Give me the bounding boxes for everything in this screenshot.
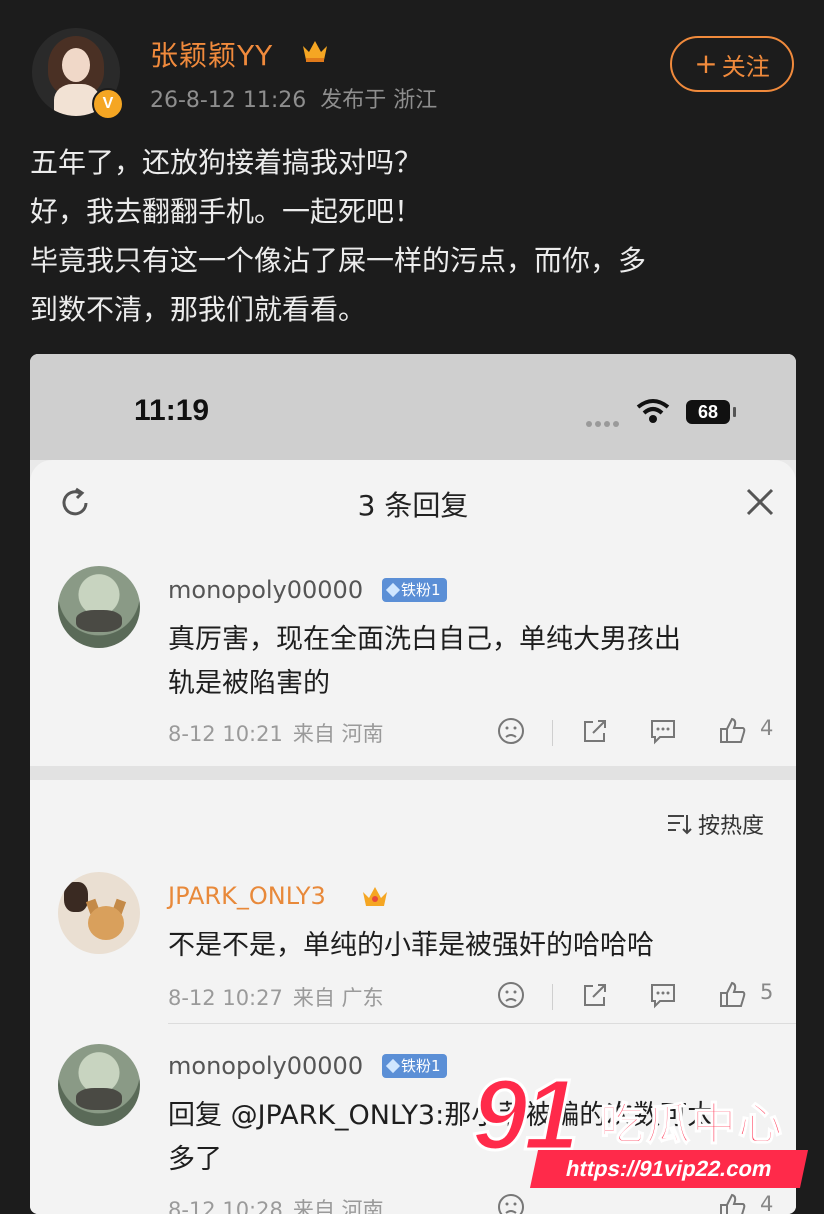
comment-actions: 5	[496, 980, 786, 1016]
verified-badge-icon: V	[92, 88, 124, 120]
comment-location: 来自 广东	[292, 986, 384, 1010]
watermark-logo: 91 吃瓜中心 https://91vip22.com	[470, 1058, 812, 1198]
fan-badge-label: 铁粉1	[401, 1057, 441, 1075]
gem-icon	[385, 582, 401, 598]
dislike-icon[interactable]	[496, 716, 526, 746]
comment-location: 来自 河南	[292, 722, 384, 746]
share-icon[interactable]	[580, 716, 610, 746]
crown-icon	[363, 887, 387, 906]
comment-text: 不是不是，单纯的小菲是被强奸的哈哈哈	[168, 930, 654, 961]
share-icon[interactable]	[580, 980, 610, 1010]
sheet-title: 3 条回复	[357, 489, 469, 522]
wifi-icon	[636, 399, 670, 423]
commenter-name[interactable]: monopoly00000	[168, 576, 363, 604]
commenter-name[interactable]: monopoly00000	[168, 1052, 363, 1080]
comment-icon[interactable]	[648, 980, 678, 1010]
commenter-avatar[interactable]	[58, 566, 140, 648]
username[interactable]: 张颖颖YY	[150, 34, 273, 74]
plus-icon: +	[694, 47, 718, 80]
commenter-avatar[interactable]	[58, 872, 140, 954]
post-location: 发布于 浙江	[320, 88, 438, 113]
comment-time: 8-12 10:27	[168, 986, 283, 1010]
comment-time: 8-12 10:21	[168, 722, 283, 746]
fan-badge-label: 铁粉1	[401, 581, 441, 599]
like-count: 4	[760, 716, 774, 740]
like-count: 5	[760, 980, 774, 1004]
battery-icon: 68	[686, 400, 736, 424]
sort-button[interactable]: 按热度	[666, 808, 764, 840]
comment-meta: 8-12 10:28 来自 河南	[168, 1194, 384, 1214]
post-date: 26-8-12 11:26	[150, 88, 307, 113]
comment-text: 真厉害，现在全面洗白自己，单纯大男孩出 轨是被陷害的	[168, 624, 681, 699]
dislike-icon[interactable]	[496, 980, 526, 1010]
divider	[552, 720, 553, 746]
sort-icon	[668, 815, 692, 835]
fan-badge: 铁粉1	[382, 578, 447, 602]
comment-meta: 8-12 10:27 来自 广东	[168, 982, 384, 1012]
status-time: 11:19	[134, 394, 210, 427]
sort-label: 按热度	[698, 814, 765, 839]
close-icon[interactable]	[744, 486, 776, 518]
divider	[168, 1023, 796, 1024]
sheet-header: 3 条回复	[30, 460, 796, 546]
fan-badge: 铁粉1	[382, 1054, 447, 1078]
like-icon[interactable]	[718, 716, 748, 746]
post-text: 五年了，还放狗接着搞我对吗？ 好，我去翻翻手机。一起死吧！ 毕竟我只有这一个像沾…	[30, 146, 647, 326]
comment-actions: 4	[496, 716, 786, 752]
crown-icon	[303, 41, 327, 62]
commenter-avatar[interactable]	[58, 1044, 140, 1126]
gem-icon	[385, 1058, 401, 1074]
post-meta: 26-8-12 11:26 发布于 浙江	[150, 82, 437, 114]
comment-meta: 8-12 10:21 来自 河南	[168, 718, 384, 748]
like-icon[interactable]	[718, 980, 748, 1010]
section-divider	[30, 766, 796, 780]
follow-button[interactable]: + 关注	[670, 36, 794, 92]
post-header: V 张颖颖YY 26-8-12 11:26 发布于 浙江 + 关注	[0, 0, 824, 120]
watermark-title: 吃瓜中心	[599, 1098, 784, 1151]
follow-label: 关注	[721, 52, 770, 81]
comment-time: 8-12 10:28	[168, 1198, 283, 1214]
comment-icon[interactable]	[648, 716, 678, 746]
signal-icon	[586, 412, 626, 427]
phone-status-bar: 11:19 68	[30, 354, 796, 460]
watermark-url: https://91vip22.com	[529, 1150, 809, 1188]
commenter-name[interactable]: JPARK_ONLY3	[168, 882, 326, 910]
divider	[552, 984, 553, 1010]
comment-location: 来自 河南	[292, 1198, 384, 1214]
